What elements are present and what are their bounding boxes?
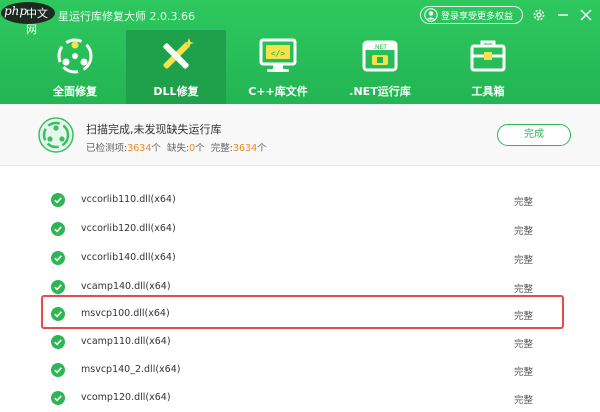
dll-status: 完整 [514, 255, 534, 266]
dotnet-runtime-icon: .NET [362, 40, 398, 72]
check-circle-icon [51, 193, 65, 207]
detected-count: 3634 [127, 143, 152, 154]
tab-label: .NET运行库 [349, 85, 411, 98]
scan-status-message: 扫描完成,未发现缺失运行库 [86, 123, 222, 136]
scan-complete-icon [38, 117, 74, 153]
list-item[interactable]: vccorlib110.dll(x64) 完整 [0, 186, 600, 214]
dll-status: 完整 [514, 339, 534, 350]
tab-label: 全面修复 [53, 85, 97, 98]
tab-toolbox[interactable]: 工具箱 [438, 30, 538, 104]
highlight-box [41, 295, 564, 329]
check-circle-icon [51, 335, 65, 349]
full-repair-icon [57, 38, 93, 74]
unit-label: 个 [195, 143, 205, 154]
check-circle-icon [51, 222, 65, 236]
list-item[interactable]: vcomp120.dll(x64) 完整 [0, 384, 600, 412]
dll-name: vccorlib120.dll(x64) [81, 223, 176, 234]
cpp-library-icon: </> [259, 38, 297, 72]
detected-label: 已检测项: [86, 143, 128, 154]
login-label: 登录享受更多权益 [441, 12, 514, 22]
dll-name: vcamp140.dll(x64) [81, 281, 171, 292]
scan-stats: 已检测项:3634个 缺失:0个 完整:3634个 [86, 140, 267, 154]
dll-status: 完整 [514, 197, 534, 208]
login-button[interactable]: 登录享受更多权益 [420, 6, 523, 24]
tab-full-repair[interactable]: 全面修复 [25, 30, 125, 104]
list-item[interactable]: vccorlib120.dll(x64) 完整 [0, 215, 600, 243]
dll-repair-icon [163, 38, 194, 69]
toolbox-icon [470, 40, 506, 72]
header-bar: php 中文网 星运行库修复大师 2.0.3.66 登录享受更多权益 全面修复 … [0, 0, 600, 104]
tab-dll-repair[interactable]: DLL修复 [126, 30, 226, 104]
title-bar: php 中文网 星运行库修复大师 2.0.3.66 登录享受更多权益 [0, 0, 600, 36]
list-item[interactable]: msvcp140_2.dll(x64) 完整 [0, 356, 600, 384]
tab-dotnet-runtime[interactable]: .NET .NET运行库 [330, 30, 430, 104]
unit-label: 个 [257, 143, 267, 154]
unit-label: 个 [151, 143, 161, 154]
complete-label: 完整: [210, 143, 233, 154]
app-title: 星运行库修复大师 2.0.3.66 [58, 10, 195, 23]
check-circle-icon [51, 251, 65, 265]
main-nav: 全面修复 DLL修复 </> C++库文件 .NET .NET运行库 工具箱 [0, 30, 600, 104]
dll-status: 完整 [514, 367, 534, 378]
tab-cpp-library[interactable]: </> C++库文件 [228, 30, 328, 104]
logo-latin-text: php [4, 4, 28, 18]
dll-status: 完整 [514, 284, 534, 295]
minimize-icon[interactable] [556, 8, 570, 22]
settings-icon[interactable] [532, 8, 546, 22]
tab-label: 工具箱 [471, 85, 505, 98]
dll-name: vcamp110.dll(x64) [81, 336, 171, 347]
dll-name: vccorlib140.dll(x64) [81, 252, 176, 263]
check-circle-icon [51, 363, 65, 377]
user-icon [424, 8, 438, 22]
svg-text:.NET: .NET [373, 44, 387, 51]
dll-name: msvcp140_2.dll(x64) [81, 364, 181, 375]
list-item[interactable]: vccorlib140.dll(x64) 完整 [0, 244, 600, 272]
complete-count: 3634 [232, 143, 258, 154]
close-icon[interactable] [579, 8, 593, 22]
list-item[interactable]: vcamp110.dll(x64) 完整 [0, 328, 600, 356]
dll-name: vccorlib110.dll(x64) [81, 194, 176, 205]
dll-name: vcomp120.dll(x64) [81, 392, 171, 403]
dll-status: 完整 [514, 395, 534, 406]
done-button[interactable]: 完成 [497, 124, 571, 146]
dll-status: 完整 [514, 226, 534, 237]
check-circle-icon [51, 280, 65, 294]
tab-label: DLL修复 [153, 85, 199, 98]
check-circle-icon [51, 391, 65, 405]
missing-label: 缺失: [166, 143, 190, 154]
svg-text:</>: </> [271, 49, 286, 58]
watermark-logo: php 中文网 [0, 2, 56, 36]
tab-label: C++库文件 [248, 85, 308, 98]
